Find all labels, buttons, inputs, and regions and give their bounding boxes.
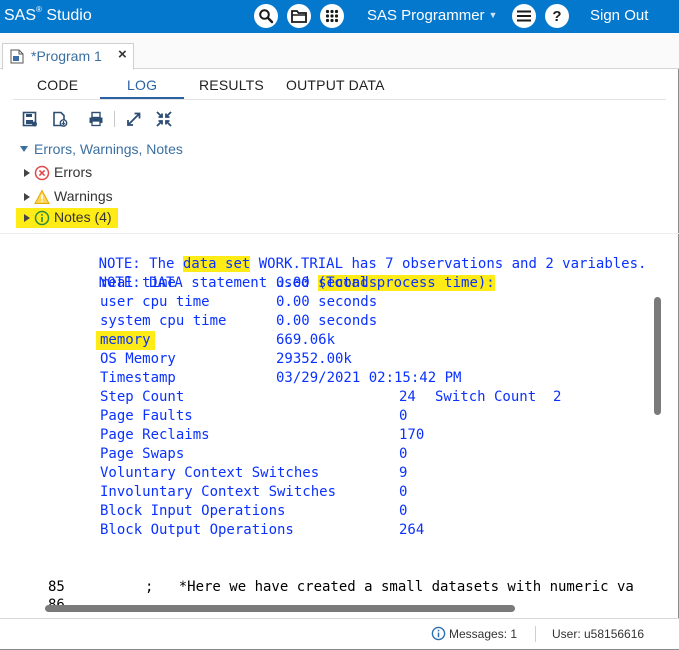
tab-output-data[interactable]: OUTPUT DATA bbox=[286, 77, 385, 93]
log-stat-label: real time bbox=[100, 275, 176, 291]
tab-log[interactable]: LOG bbox=[127, 77, 157, 93]
brand-suffix: Studio bbox=[46, 7, 92, 24]
role-label: SAS Programmer bbox=[367, 7, 485, 24]
log-code-line: ; *Here we have created a small datasets… bbox=[145, 579, 634, 595]
status-separator bbox=[535, 626, 536, 642]
folder-icon[interactable] bbox=[287, 4, 311, 28]
log-count-extra: Switch Count 2 bbox=[435, 389, 562, 405]
log-count-label: Page Swaps bbox=[100, 446, 185, 462]
log-count-label: Page Faults bbox=[100, 408, 193, 424]
log-count-value: 0 bbox=[399, 408, 408, 424]
apps-grid-icon[interactable] bbox=[320, 4, 344, 28]
registered-mark: ® bbox=[36, 5, 42, 14]
vertical-scrollbar[interactable] bbox=[654, 297, 661, 415]
tree-label-errors: Errors bbox=[54, 164, 93, 180]
log-stat-label: OS Memory bbox=[100, 351, 176, 367]
tree-item-notes[interactable]: Notes (4) bbox=[16, 208, 118, 228]
tree-header[interactable]: Errors, Warnings, Notes bbox=[20, 141, 183, 161]
close-icon[interactable]: × bbox=[118, 46, 127, 63]
log-stat-label: Timestamp bbox=[100, 370, 176, 386]
menu-list-icon[interactable] bbox=[512, 4, 536, 28]
app-brand: SAS® Studio bbox=[4, 5, 92, 25]
role-selector[interactable]: SAS Programmer ▼ bbox=[367, 7, 497, 24]
log-stat-value: 0.00 seconds bbox=[276, 294, 378, 310]
status-bar: Messages: 1 User: u58156616 bbox=[0, 618, 679, 649]
collapse-icon[interactable] bbox=[154, 109, 174, 129]
program-tab-strip: *Program 1 × bbox=[0, 33, 679, 70]
log-count-value: 0 bbox=[399, 503, 408, 519]
help-icon[interactable]: ? bbox=[545, 4, 569, 28]
active-tab-indicator bbox=[100, 97, 184, 99]
expand-icon[interactable] bbox=[124, 109, 144, 129]
log-stat-label: memory bbox=[96, 331, 155, 350]
log-count-value: 264 bbox=[399, 522, 425, 538]
log-output: NOTE: The data set WORK.TRIAL has 7 obse… bbox=[0, 234, 664, 606]
triangle-right-icon bbox=[24, 214, 30, 222]
log-note-line: NOTE: DATA statement used (Total process… bbox=[48, 255, 495, 291]
log-stat-value: 0.00 seconds bbox=[276, 275, 378, 291]
log-count-value: 9 bbox=[399, 465, 408, 481]
log-stat-value: 669.06k bbox=[276, 332, 336, 348]
triangle-right-icon bbox=[24, 169, 30, 177]
log-note-line: NOTE: The data set WORK.TRIAL has 7 obse… bbox=[48, 236, 646, 272]
log-stat-label: user cpu time bbox=[100, 294, 210, 310]
log-count-value: 170 bbox=[399, 427, 425, 443]
log-count-label: Block Input Operations bbox=[100, 503, 286, 519]
log-toolbar bbox=[0, 108, 679, 132]
log-count-value: 0 bbox=[399, 446, 408, 462]
save-log-icon[interactable] bbox=[20, 109, 40, 129]
log-stat-value: 0.00 seconds bbox=[276, 313, 378, 329]
tree-label-warnings: Warnings bbox=[54, 188, 113, 204]
svg-text:?: ? bbox=[552, 8, 561, 24]
tree-item-errors[interactable]: Errors bbox=[0, 163, 200, 183]
log-count-label: Voluntary Context Switches bbox=[100, 465, 320, 481]
log-stat-value: 03/29/2021 02:15:42 PM bbox=[276, 370, 462, 386]
tree-label-notes: Notes (4) bbox=[54, 209, 112, 225]
horizontal-scrollbar[interactable] bbox=[45, 605, 515, 612]
tab-code[interactable]: CODE bbox=[37, 77, 78, 93]
tab-results[interactable]: RESULTS bbox=[199, 77, 264, 93]
log-stat-value: 29352.00k bbox=[276, 351, 352, 367]
tree-item-warnings[interactable]: Warnings bbox=[0, 187, 200, 207]
print-icon[interactable] bbox=[86, 109, 106, 129]
tab-divider bbox=[13, 99, 666, 100]
toolbar-separator bbox=[114, 111, 115, 127]
triangle-down-icon bbox=[20, 146, 28, 152]
chevron-down-icon: ▼ bbox=[488, 10, 498, 20]
log-count-value: 24 bbox=[399, 389, 416, 405]
brand-name: SAS bbox=[4, 7, 37, 24]
search-icon[interactable] bbox=[254, 4, 278, 28]
log-count-value: 0 bbox=[399, 484, 408, 500]
log-count-label: Step Count bbox=[100, 389, 185, 405]
log-count-label: Involuntary Context Switches bbox=[100, 484, 337, 500]
program-file-icon bbox=[10, 49, 24, 69]
log-count-label: Block Output Operations bbox=[100, 522, 294, 538]
error-icon bbox=[34, 165, 50, 181]
program-tab-title: *Program 1 bbox=[31, 48, 102, 64]
sign-out-link[interactable]: Sign Out bbox=[590, 7, 648, 24]
warning-icon bbox=[34, 189, 50, 205]
download-log-icon[interactable] bbox=[50, 109, 70, 129]
program-tab[interactable]: *Program 1 × bbox=[2, 43, 134, 70]
messages-count[interactable]: Messages: 1 bbox=[449, 627, 517, 641]
tree-header-label: Errors, Warnings, Notes bbox=[34, 141, 183, 157]
log-stat-label: system cpu time bbox=[100, 313, 227, 329]
info-icon bbox=[34, 210, 50, 226]
sas-studio-window: SAS® Studio SAS Programmer▼ ? Sign Out bbox=[0, 0, 679, 650]
log-line-number: 85 bbox=[48, 579, 65, 595]
top-bar: SAS® Studio SAS Programmer ▼ ? Sign Out bbox=[0, 0, 679, 33]
triangle-right-icon bbox=[24, 193, 30, 201]
user-id: User: u58156616 bbox=[552, 627, 645, 641]
log-count-label: Page Reclaims bbox=[100, 427, 210, 443]
info-icon bbox=[431, 626, 446, 641]
